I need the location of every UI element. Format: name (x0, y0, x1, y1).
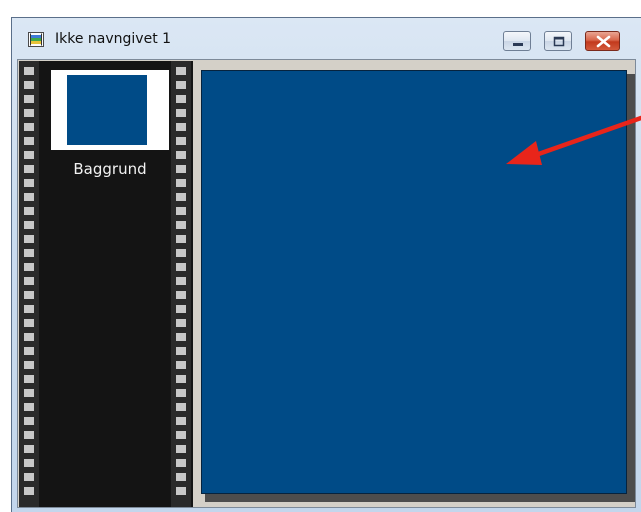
film-hole (24, 151, 34, 159)
film-hole (24, 137, 34, 145)
film-hole (24, 487, 34, 495)
layer-filmstrip: Baggrund (19, 61, 193, 507)
layer-thumbnail-preview (67, 75, 147, 145)
film-hole (176, 305, 186, 313)
image-document-icon (28, 32, 44, 47)
film-hole (176, 319, 186, 327)
film-hole (176, 193, 186, 201)
window-title: Ikke navngivet 1 (55, 31, 172, 47)
film-hole (176, 81, 186, 89)
film-hole (176, 207, 186, 215)
film-hole (24, 81, 34, 89)
film-hole (24, 193, 34, 201)
film-hole (24, 319, 34, 327)
title-bar[interactable]: Ikke navngivet 1 (12, 18, 641, 58)
document-window: Ikke navngivet 1 Baggrund (11, 17, 641, 512)
layer-label: Baggrund (73, 160, 147, 178)
film-hole (24, 277, 34, 285)
film-hole (24, 263, 34, 271)
film-hole (176, 277, 186, 285)
film-hole (176, 487, 186, 495)
close-button[interactable] (585, 31, 620, 51)
film-hole (176, 109, 186, 117)
film-hole (24, 431, 34, 439)
film-hole (24, 361, 34, 369)
document-client-area: Baggrund (17, 59, 636, 508)
film-hole (176, 137, 186, 145)
layer-thumbnail[interactable] (51, 70, 169, 150)
film-hole (24, 165, 34, 173)
film-hole (176, 361, 186, 369)
film-hole (24, 109, 34, 117)
film-hole (24, 375, 34, 383)
film-hole (24, 305, 34, 313)
film-hole (176, 417, 186, 425)
film-hole (24, 207, 34, 215)
film-hole (24, 445, 34, 453)
film-hole (24, 67, 34, 75)
minimize-icon (513, 43, 523, 46)
film-hole (176, 445, 186, 453)
film-hole (176, 123, 186, 131)
film-hole (176, 403, 186, 411)
film-hole (24, 249, 34, 257)
film-hole (24, 417, 34, 425)
film-hole (176, 347, 186, 355)
film-hole (176, 179, 186, 187)
film-perforation-right (171, 61, 191, 507)
film-hole (176, 389, 186, 397)
film-hole (176, 221, 186, 229)
film-hole (176, 249, 186, 257)
film-hole (24, 95, 34, 103)
film-hole (24, 389, 34, 397)
film-hole (24, 291, 34, 299)
film-hole (24, 235, 34, 243)
close-icon (596, 35, 611, 48)
film-hole (176, 151, 186, 159)
maximize-icon (553, 36, 565, 47)
film-hole (24, 473, 34, 481)
image-canvas[interactable] (201, 70, 627, 494)
film-hole (24, 179, 34, 187)
film-hole (24, 459, 34, 467)
film-perforation-left (19, 61, 39, 507)
film-hole (176, 235, 186, 243)
film-hole (176, 95, 186, 103)
minimize-button[interactable] (503, 31, 531, 51)
film-hole (24, 347, 34, 355)
film-hole (176, 431, 186, 439)
film-hole (176, 473, 186, 481)
film-hole (176, 263, 186, 271)
film-hole (176, 291, 186, 299)
film-hole (176, 333, 186, 341)
film-hole (176, 459, 186, 467)
film-hole (176, 375, 186, 383)
film-hole (24, 333, 34, 341)
film-hole (24, 123, 34, 131)
film-hole (176, 67, 186, 75)
film-hole (24, 221, 34, 229)
maximize-button[interactable] (544, 31, 572, 51)
film-hole (24, 403, 34, 411)
